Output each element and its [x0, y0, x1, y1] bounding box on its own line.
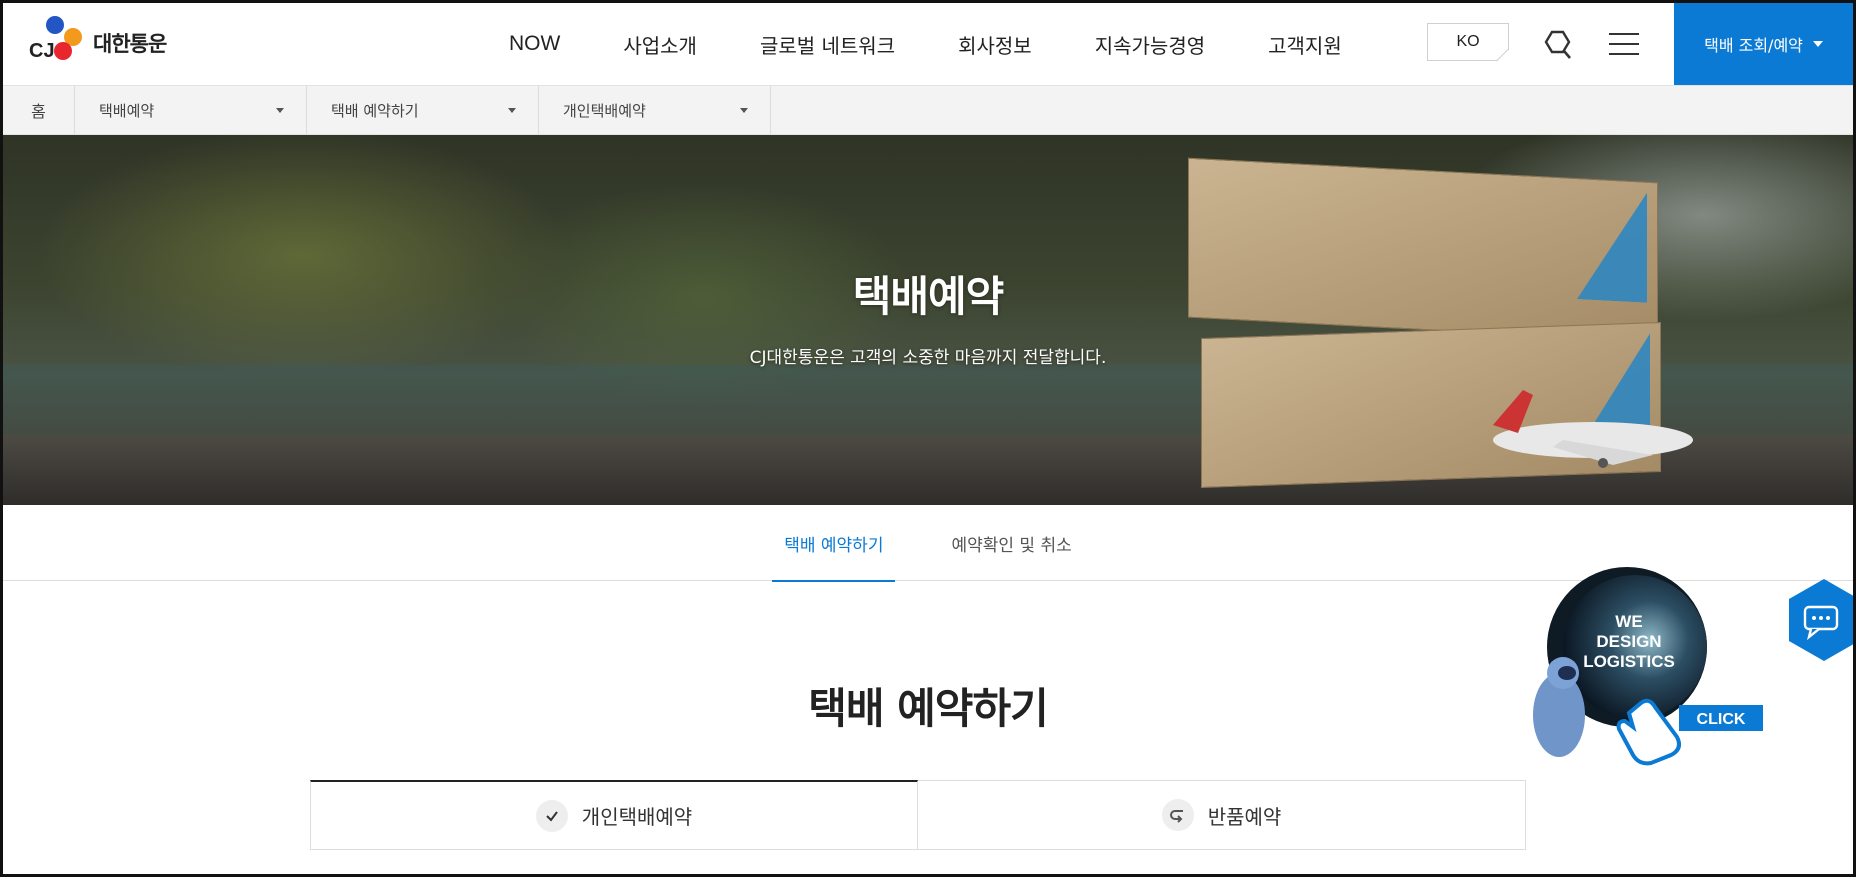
breadcrumb: 홈 택배예약 택배 예약하기 개인택배예약 [3, 85, 1853, 135]
caret-down-icon [1812, 41, 1823, 47]
booking-type-label: 개인택배예약 [581, 805, 693, 829]
breadcrumb-label: 택배 예약하기 [331, 101, 419, 120]
chatbot-icon[interactable] [1789, 579, 1856, 663]
check-icon [535, 799, 568, 832]
breadcrumb-home[interactable]: 홈 [3, 86, 75, 134]
search-icon[interactable] [1539, 29, 1573, 63]
caret-down-icon [740, 108, 748, 113]
main-nav: NOW 사업소개 글로벌 네트워크 회사정보 지속가능경영 고객지원 [509, 3, 1405, 85]
breadcrumb-label: 택배예약 [99, 101, 155, 120]
svg-text:LOGISTICS: LOGISTICS [1583, 652, 1675, 671]
booking-type-label: 반품예약 [1207, 804, 1282, 829]
breadcrumb-label: 개인택배예약 [563, 101, 646, 120]
breadcrumb-item-parcel-reservation[interactable]: 택배예약 [75, 86, 307, 134]
site-header: CJ 대한통운 NOW 사업소개 글로벌 네트워크 회사정보 지속가능경영 고객… [3, 3, 1853, 85]
logo-text: 대한통운 [93, 32, 167, 56]
page-frame: CJ 대한통운 NOW 사업소개 글로벌 네트워크 회사정보 지속가능경영 고객… [0, 0, 1856, 877]
hamburger-menu-icon[interactable] [1609, 33, 1639, 57]
return-reservation-button[interactable]: 반품예약 [918, 780, 1526, 850]
svg-text:CJ: CJ [29, 40, 55, 62]
svg-text:WE: WE [1615, 612, 1642, 631]
hero-title: 택배예약 [852, 272, 1005, 321]
cj-logo-mark-icon: CJ [29, 16, 82, 62]
tab-make-reservation[interactable]: 택배 예약하기 [772, 505, 896, 582]
nav-item-business[interactable]: 사업소개 [623, 30, 697, 59]
breadcrumb-item-personal-reservation[interactable]: 개인택배예약 [539, 86, 771, 134]
nav-item-support[interactable]: 고객지원 [1268, 30, 1342, 59]
hero-subtitle: CJ대한통운은 고객의 소중한 마음까지 전달합니다. [749, 348, 1107, 368]
tab-check-cancel[interactable]: 예약확인 및 취소 [939, 505, 1083, 581]
caret-down-icon [276, 108, 284, 113]
breadcrumb-item-make-reservation[interactable]: 택배 예약하기 [307, 86, 539, 134]
svg-text:DESIGN: DESIGN [1596, 632, 1661, 651]
cj-logo[interactable]: CJ 대한통운 [29, 15, 167, 71]
booking-type-toggle: 개인택배예약 반품예약 [310, 780, 1526, 850]
personal-reservation-button[interactable]: 개인택배예약 [310, 780, 918, 850]
we-design-logistics-promo[interactable]: WE DESIGN LOGISTICS CLICK [1519, 565, 1769, 770]
nav-item-now[interactable]: NOW [509, 32, 560, 56]
astronaut-image [1533, 657, 1585, 757]
svg-text:CLICK: CLICK [1697, 711, 1746, 728]
language-selector[interactable]: KO [1427, 23, 1509, 61]
track-reserve-label: 택배 조회/예약 [1704, 36, 1803, 55]
track-reserve-button[interactable]: 택배 조회/예약 [1674, 3, 1853, 85]
nav-item-company-info[interactable]: 회사정보 [958, 30, 1032, 59]
hero-banner: 택배예약 CJ대한통운은 고객의 소중한 마음까지 전달합니다. [3, 135, 1853, 505]
return-icon [1161, 799, 1194, 831]
nav-item-sustainability[interactable]: 지속가능경영 [1095, 30, 1205, 59]
caret-down-icon [508, 108, 516, 113]
toy-airplane-image [1493, 390, 1693, 468]
nav-item-global-network[interactable]: 글로벌 네트워크 [760, 30, 895, 59]
